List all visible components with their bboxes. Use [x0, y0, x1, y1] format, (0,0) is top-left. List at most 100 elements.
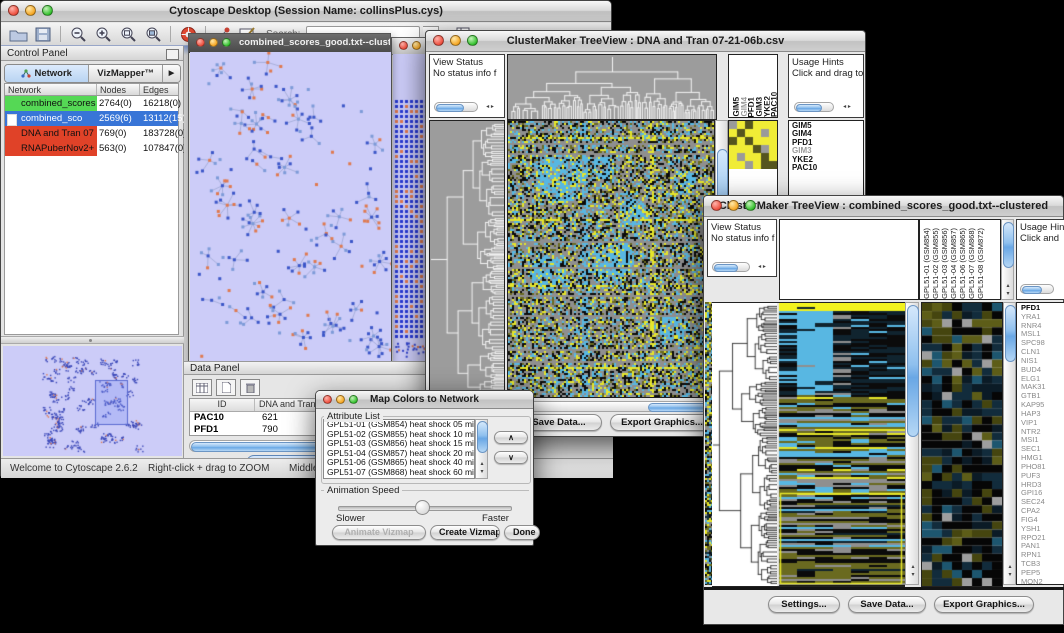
column-label[interactable]: GPL51-02 (GSM855) — [931, 228, 940, 299]
zoom-window-icon[interactable] — [745, 200, 756, 211]
dialog-titlebar[interactable]: Map Colors to Network — [316, 391, 533, 409]
tv1-row-dendrogram[interactable] — [429, 120, 505, 398]
network-overview-canvas[interactable] — [3, 346, 182, 456]
close-icon[interactable] — [433, 35, 444, 46]
column-label[interactable]: YKE2 — [763, 96, 770, 117]
close-icon[interactable] — [711, 200, 722, 211]
tv2-settings-button[interactable]: Settings... — [768, 596, 840, 613]
column-label[interactable]: GIM3 — [755, 97, 762, 117]
column-label[interactable]: GIM5 — [732, 97, 739, 117]
tv2-labels-scroll-thumb[interactable] — [1003, 222, 1014, 268]
network-row[interactable]: combined_sco 2569(6) 13112(15) — [5, 111, 178, 126]
zoom-out-icon[interactable] — [67, 25, 89, 44]
zoom-selected-icon[interactable] — [142, 25, 164, 44]
attribute-table-icon[interactable] — [192, 379, 212, 396]
scroll-arrows-icon[interactable]: ▴▾ — [1006, 563, 1014, 579]
column-label[interactable]: PFD1 — [747, 97, 754, 117]
tv2-zoom-heatmap[interactable] — [921, 302, 1003, 587]
zoom-window-icon[interactable] — [349, 395, 358, 404]
tv2-heatmap[interactable] — [777, 302, 905, 587]
attribute-scroll-thumb[interactable] — [477, 421, 488, 453]
tv2-heatmap-vscroll[interactable]: ▴▾ — [905, 302, 919, 585]
col-nodes[interactable]: Nodes — [97, 84, 140, 95]
tv2-save-data-button[interactable]: Save Data... — [848, 596, 926, 613]
minimize-icon[interactable] — [728, 200, 739, 211]
minimize-icon[interactable] — [25, 5, 36, 16]
tv2-usage-scroll-thumb[interactable] — [1022, 286, 1042, 294]
zoom-fit-icon[interactable] — [117, 25, 139, 44]
tab-vizmapper[interactable]: VizMapper™ — [89, 65, 163, 82]
tv2-zoom-vscroll-thumb[interactable] — [1005, 305, 1016, 362]
close-icon[interactable] — [196, 38, 205, 47]
tv2-row-dendrogram[interactable] — [712, 302, 777, 587]
create-vizmap-button[interactable]: Create Vizmap — [430, 525, 500, 540]
speed-slider-thumb[interactable] — [415, 500, 430, 515]
tv2-overview-strip[interactable] — [705, 302, 712, 585]
zoom-window-icon[interactable] — [42, 5, 53, 16]
minimize-icon[interactable] — [412, 41, 421, 50]
float-panel-icon[interactable] — [166, 49, 179, 60]
main-titlebar[interactable]: Cytoscape Desktop (Session Name: collins… — [1, 1, 611, 22]
col-network[interactable]: Network — [5, 84, 97, 95]
network-row[interactable]: RNAPuberNov2+ 563(0) 107847(0) — [5, 141, 178, 156]
column-label[interactable]: GPL51-03 (GSM856) — [940, 228, 949, 299]
tv1-usage-scroll-thumb[interactable] — [796, 104, 822, 112]
open-file-icon[interactable] — [7, 25, 29, 44]
tv1-export-graphics-button[interactable]: Export Graphics... — [610, 414, 714, 431]
scroll-arrows-icon[interactable]: ▴▾ — [909, 563, 917, 579]
network1-titlebar[interactable]: combined_scores_good.txt--cluste... — [189, 34, 390, 53]
animate-vizmap-button[interactable]: Animate Vizmap — [332, 525, 426, 540]
column-label[interactable]: GPL51-07 (GSM868) — [967, 228, 976, 299]
column-label[interactable]: GPL51-06 (GSM865) — [958, 228, 967, 299]
column-label[interactable]: GIM4 — [740, 97, 747, 117]
column-label[interactable]: GPL51-01 (GSM854) — [922, 228, 931, 299]
scroll-arrows-icon[interactable]: ▴▾ — [1004, 282, 1012, 298]
minimize-icon[interactable] — [336, 395, 345, 404]
attribute-list[interactable]: GPL51-01 (GSM854) heat shock 05 minGPL51… — [323, 419, 475, 479]
scroll-arrows-icon[interactable]: ◂ ▸ — [754, 263, 770, 271]
minimize-icon[interactable] — [209, 38, 218, 47]
tab-overflow-arrow[interactable]: ▶ — [163, 65, 180, 82]
column-label[interactable]: GPL51-08 (GSM872) — [976, 228, 985, 299]
move-up-button[interactable]: ∧ — [494, 431, 528, 444]
close-icon[interactable] — [323, 395, 332, 404]
tv2-export-graphics-button[interactable]: Export Graphics... — [934, 596, 1034, 613]
id-column-header[interactable]: ID — [190, 399, 255, 411]
gene-label[interactable]: PAC10 — [792, 164, 863, 172]
tv2-vscroll-thumb[interactable] — [907, 305, 919, 437]
attribute-list-scroll[interactable]: ▴▾ — [475, 419, 488, 479]
zoom-in-icon[interactable] — [92, 25, 114, 44]
scroll-arrows-icon[interactable]: ◂ ▸ — [839, 103, 855, 111]
treeview1-titlebar[interactable]: ClusterMaker TreeView : DNA and Tran 07-… — [426, 31, 865, 52]
tv1-heatmap[interactable] — [507, 120, 715, 398]
scroll-arrows-icon[interactable]: ◂ ▸ — [482, 103, 498, 111]
save-icon[interactable] — [32, 25, 54, 44]
zoom-window-icon[interactable] — [222, 38, 231, 47]
tv2-usage-scroll[interactable] — [1020, 284, 1054, 294]
network-row[interactable]: DNA and Tran 07 769(0) 183728(0) — [5, 126, 178, 141]
new-attribute-icon[interactable] — [216, 379, 236, 396]
tv1-column-dendrogram[interactable] — [507, 54, 717, 120]
trash-icon[interactable] — [240, 379, 260, 396]
done-button[interactable]: Done — [504, 525, 540, 540]
column-label[interactable]: GPL51-04 (GSM857) — [949, 228, 958, 299]
network1-canvas[interactable] — [190, 52, 391, 362]
move-down-button[interactable]: ∨ — [494, 451, 528, 464]
scroll-arrows-icon[interactable]: ▴▾ — [478, 460, 486, 476]
close-icon[interactable] — [8, 5, 19, 16]
tv2-labels-scroll[interactable]: ▴▾ — [1001, 219, 1014, 300]
gene-label[interactable]: MON2 — [1021, 578, 1064, 585]
minimize-icon[interactable] — [450, 35, 461, 46]
splitter-handle[interactable] — [1, 336, 184, 344]
treeview2-titlebar[interactable]: ClusterMaker TreeView : combined_scores_… — [704, 196, 1063, 217]
tab-network[interactable]: Network — [5, 65, 89, 82]
column-label[interactable]: PAC10 — [770, 92, 777, 117]
zoom-window-icon[interactable] — [467, 35, 478, 46]
network-row[interactable]: combined_scores 2764(0) 16218(0) — [5, 96, 178, 111]
tv2-status-scroll[interactable] — [712, 262, 750, 272]
tv1-zoom-heatmap[interactable] — [729, 121, 777, 169]
tv1-status-scroll[interactable] — [434, 102, 478, 112]
tv2-status-scroll-thumb[interactable] — [714, 264, 738, 272]
close-icon[interactable] — [399, 41, 408, 50]
col-edges[interactable]: Edges — [140, 84, 178, 95]
